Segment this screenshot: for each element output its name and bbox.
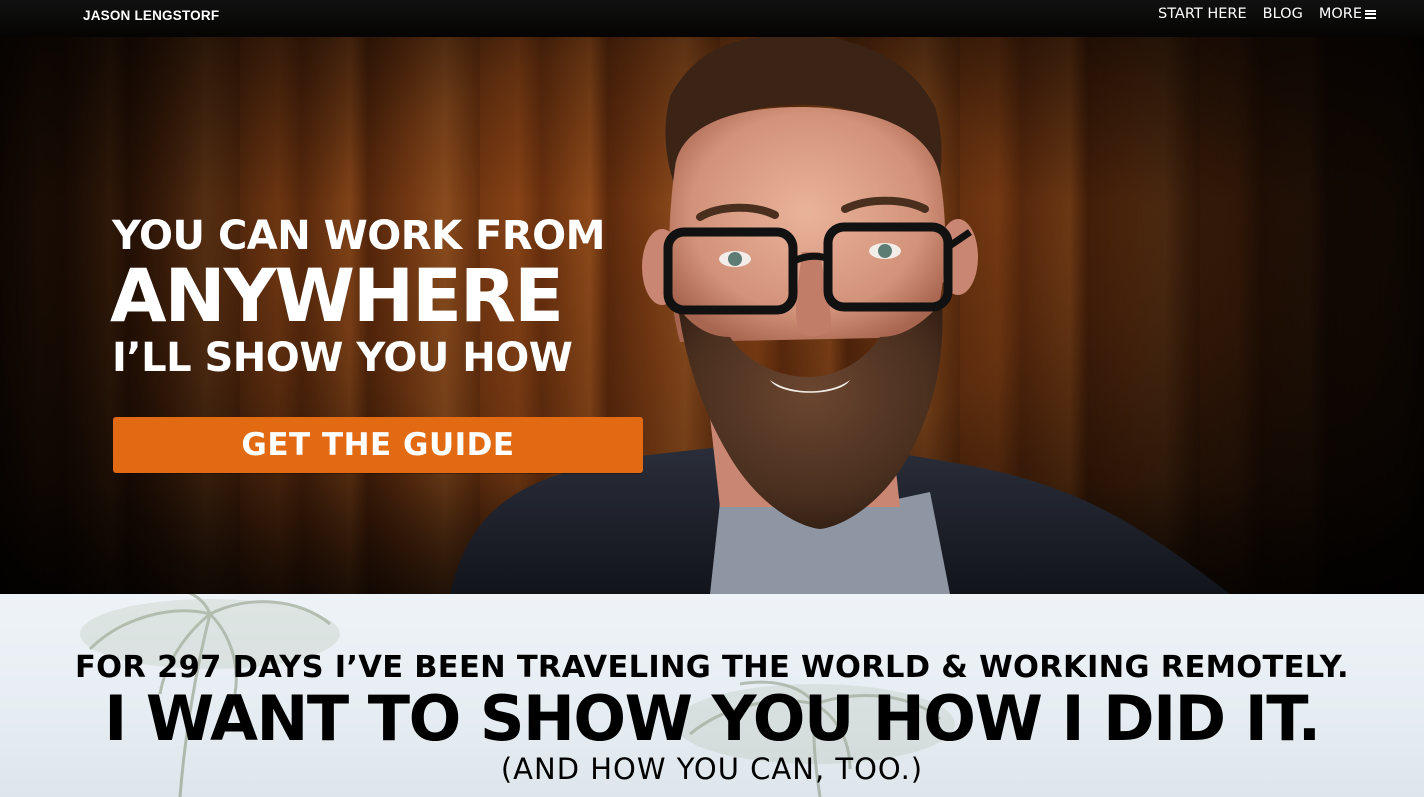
site-brand-link[interactable]: JASON LENGSTORF: [83, 8, 219, 23]
nav-link-blog[interactable]: BLOG: [1263, 6, 1303, 22]
nav-more-menu[interactable]: MORE: [1319, 6, 1376, 22]
nav-more-label: MORE: [1318, 6, 1362, 22]
get-the-guide-button[interactable]: GET THE GUIDE: [113, 417, 643, 473]
headline-line-1: YOU CAN WORK FROM: [112, 213, 605, 259]
hamburger-icon: [1365, 9, 1376, 19]
hero-section: YOU CAN WORK FROM ANYWHERE I’LL SHOW YOU…: [0, 37, 1424, 594]
banner-subheading: FOR 297 DAYS I’VE BEEN TRAVELING THE WOR…: [75, 650, 1349, 685]
banner-heading: I WANT TO SHOW YOU HOW I DID IT.: [104, 682, 1321, 755]
headline-line-2: ANYWHERE: [110, 254, 564, 339]
nav-link-start-here[interactable]: START HERE: [1158, 6, 1247, 22]
banner-tagline: (AND HOW YOU CAN, TOO.): [500, 752, 924, 786]
main-nav: START HERE BLOG MORE: [1142, 6, 1376, 22]
intro-banner: FOR 297 DAYS I’VE BEEN TRAVELING THE WOR…: [0, 594, 1424, 797]
hero-headline: YOU CAN WORK FROM ANYWHERE I’LL SHOW YOU…: [110, 213, 644, 381]
headline-line-3: I’LL SHOW YOU HOW: [112, 335, 573, 381]
top-nav-bar: JASON LENGSTORF START HERE BLOG MORE: [0, 0, 1424, 37]
